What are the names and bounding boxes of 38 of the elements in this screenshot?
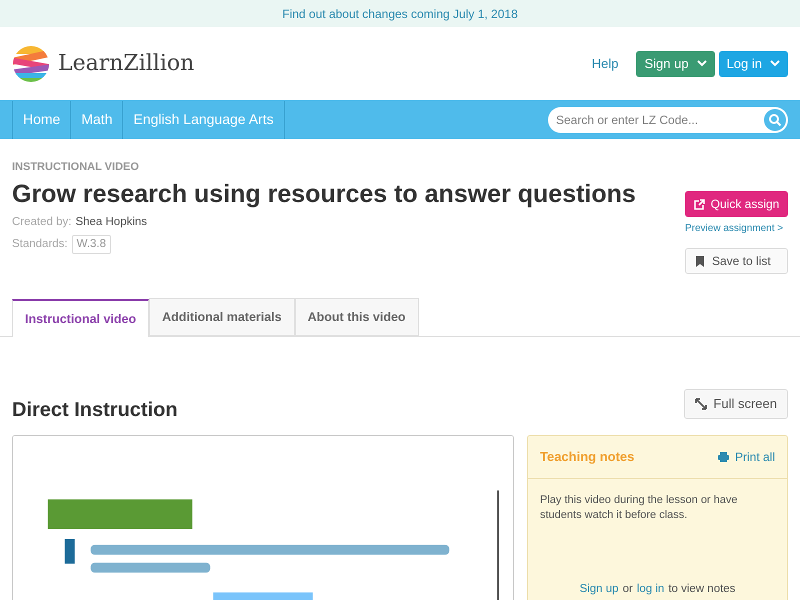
author-name: Shea Hopkins [75,214,148,230]
save-to-list-button[interactable]: Save to list [685,248,788,274]
search-icon[interactable] [764,108,786,130]
print-all-link[interactable]: Print all [718,448,775,466]
created-by-label: Created by: [12,214,72,230]
share-icon [694,198,705,210]
search-field[interactable]: Search or enter LZ Code... [548,106,788,132]
bookmark-icon [696,256,704,266]
tab[interactable]: Instructional video [12,299,150,337]
tab[interactable]: About this video [294,298,419,336]
signup-link[interactable]: Sign up [580,581,619,598]
standards-label: Standards: [12,236,68,252]
chevron-down-icon [770,60,780,67]
nav-link[interactable]: Math [71,100,124,138]
login-link[interactable]: log in [636,581,664,598]
section-title: Direct Instruction [12,398,178,423]
standard-tag[interactable]: W.3.8 [72,234,112,254]
category-label: INSTRUCTIONAL VIDEO [12,160,140,175]
lesson-title: Grow research using resources to answer questions [12,178,637,210]
announcement-link[interactable]: Find out about changes coming July 1, 2018 [282,4,518,22]
teaching-notes-text: Play this video during the lesson or have students watch it before class. [539,493,739,523]
full-screen-button[interactable]: Full screen [684,389,788,419]
preview-assignment-link[interactable]: Preview assignment > [685,221,784,236]
nav-link[interactable]: Home [13,100,72,138]
help-link[interactable]: Help [592,54,618,74]
signup-button[interactable]: Sign up [636,50,715,76]
teaching-notes-title: Teaching notes [540,448,634,466]
login-button[interactable]: Log in [718,50,788,76]
chevron-down-icon [696,60,707,67]
expand-icon [695,398,708,410]
or-text: or [622,582,633,597]
view-notes-text: to view notes [668,582,736,597]
logo-text: LearnZillion [58,50,194,78]
logo-icon [12,44,50,82]
quick-assign-button[interactable]: Quick assign [685,191,788,217]
printer-icon [718,452,729,462]
nav-link[interactable]: English Language Arts [123,100,285,138]
tab[interactable]: Additional materials [149,298,295,336]
